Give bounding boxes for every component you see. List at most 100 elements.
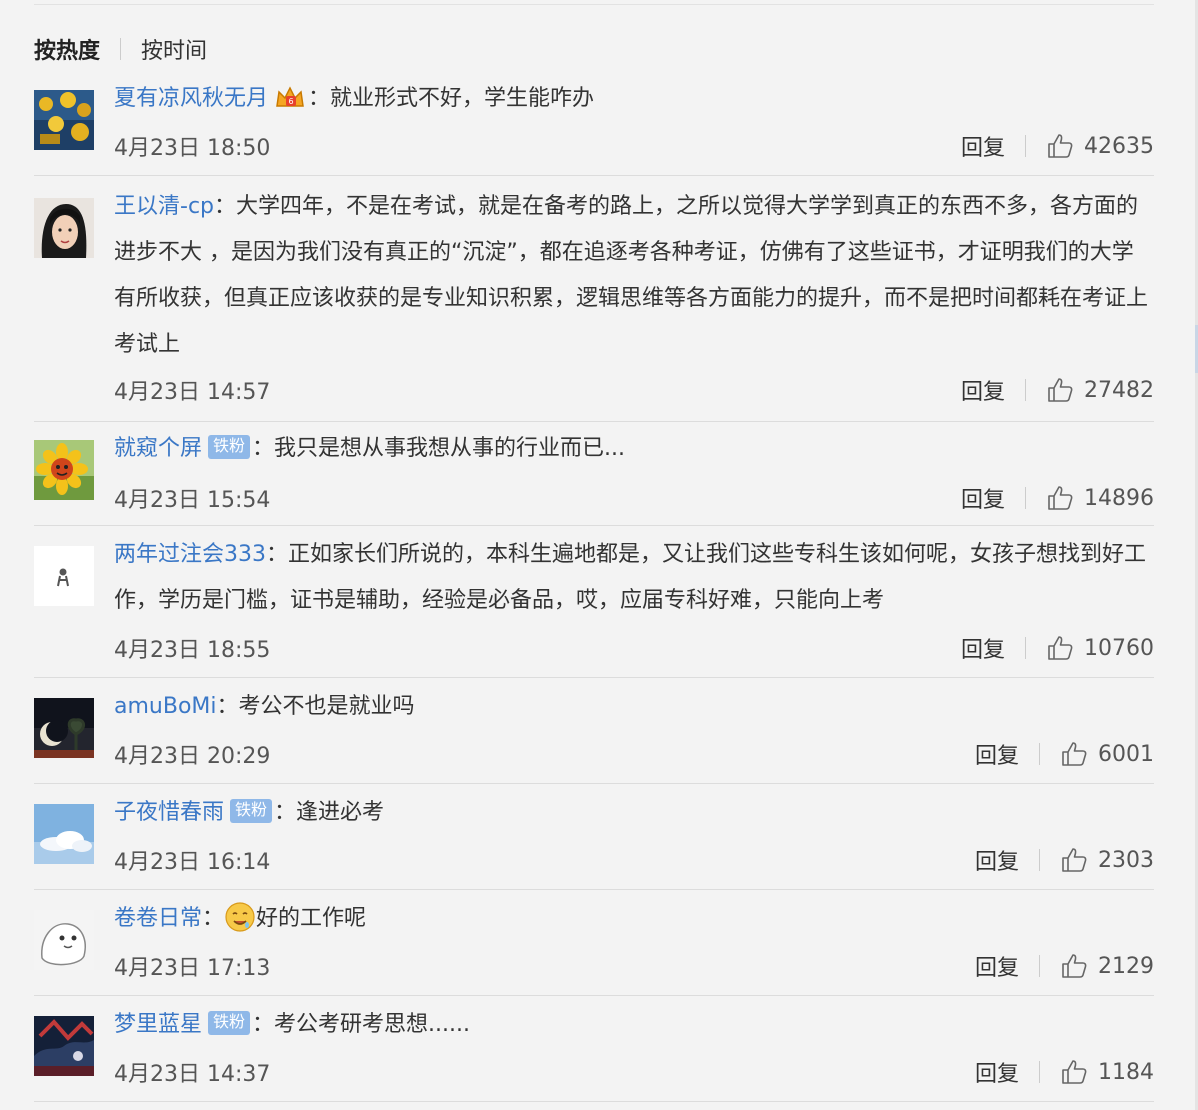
action-separator <box>1025 379 1026 401</box>
comment-time: 4月23日 17:13 <box>114 956 271 981</box>
comment-divider <box>34 1101 1154 1102</box>
comment-actions: 回复 27482 <box>961 374 1154 406</box>
action-separator <box>1039 849 1040 871</box>
like-count: 14896 <box>1084 485 1154 511</box>
comment-actions: 回复 10760 <box>961 632 1154 664</box>
comment-text: ：考公不也是就业吗 <box>216 694 415 719</box>
comment-body: 子夜惜春雨 铁粉 ：逢进必考 <box>114 790 1154 836</box>
username-link[interactable]: 就窥个屏 <box>114 436 202 461</box>
fan-badge: 铁粉 <box>208 1011 251 1035</box>
like-count: 2303 <box>1098 847 1154 873</box>
reply-button[interactable]: 回复 <box>975 738 1019 770</box>
username-link[interactable]: 子夜惜春雨 <box>114 800 224 825</box>
avatar[interactable] <box>34 546 94 606</box>
like-count: 6001 <box>1098 741 1154 767</box>
thumbs-up-icon[interactable] <box>1046 634 1074 662</box>
comment-divider <box>34 995 1154 996</box>
username-link[interactable]: 卷卷日常 <box>114 906 202 931</box>
comment-text: ：我只是想从事我想从事的行业而已... <box>252 436 626 461</box>
thumbs-up-icon[interactable] <box>1046 132 1074 160</box>
comment-body: 两年过注会333：正如家长们所说的，本科生遍地都是，又让我们这些专科生该如何呢，… <box>114 532 1154 624</box>
reply-button[interactable]: 回复 <box>961 374 1005 406</box>
avatar[interactable] <box>34 910 94 970</box>
thumbs-up-icon[interactable] <box>1046 484 1074 512</box>
drooling-emoji-icon <box>225 902 255 932</box>
action-separator <box>1039 955 1040 977</box>
comment-body: amuBoMi：考公不也是就业吗 <box>114 684 1154 730</box>
fan-badge: 铁粉 <box>230 799 273 823</box>
comment-time: 4月23日 14:37 <box>114 1062 271 1087</box>
comment-text: 好的工作呢 <box>256 906 367 931</box>
comment-body: 王以清-cp：大学四年，不是在考试，就是在备考的路上，之所以觉得大学学到真正的东… <box>114 184 1154 368</box>
comment-item: 王以清-cp：大学四年，不是在考试，就是在备考的路上，之所以觉得大学学到真正的东… <box>34 184 1154 422</box>
comment-item: 子夜惜春雨 铁粉 ：逢进必考 4月23日 16:14 回复 2303 <box>34 790 1154 890</box>
comment-meta: 4月23日 17:13 回复 2129 <box>114 950 1154 982</box>
comment-divider <box>34 175 1154 176</box>
sort-tabs: 按热度 按时间 <box>34 32 207 66</box>
thumbs-up-icon[interactable] <box>1060 952 1088 980</box>
action-separator <box>1025 487 1026 509</box>
like-count: 2129 <box>1098 953 1154 979</box>
reply-button[interactable]: 回复 <box>961 130 1005 162</box>
comment-divider <box>34 889 1154 890</box>
comment-meta: 4月23日 16:14 回复 2303 <box>114 844 1154 876</box>
reply-button[interactable]: 回复 <box>975 950 1019 982</box>
like-count: 10760 <box>1084 635 1154 661</box>
tab-sort-by-time[interactable]: 按时间 <box>141 33 207 65</box>
reply-button[interactable]: 回复 <box>975 1056 1019 1088</box>
comment-item: 卷卷日常： 好的工作呢 4月23日 17:13 回复 2129 <box>34 896 1154 996</box>
comment-actions: 回复 42635 <box>961 130 1154 162</box>
comment-time: 4月23日 18:50 <box>114 136 271 161</box>
thumbs-up-icon[interactable] <box>1060 740 1088 768</box>
avatar[interactable] <box>34 804 94 864</box>
avatar[interactable] <box>34 440 94 500</box>
comment-time: 4月23日 18:55 <box>114 638 271 663</box>
comment-item: 两年过注会333：正如家长们所说的，本科生遍地都是，又让我们这些专科生该如何呢，… <box>34 532 1154 678</box>
avatar[interactable] <box>34 1016 94 1076</box>
comment-actions: 回复 2129 <box>975 950 1154 982</box>
comment-text: ：就业形式不好，学生能咋办 <box>308 86 595 111</box>
comment-actions: 回复 2303 <box>975 844 1154 876</box>
reply-button[interactable]: 回复 <box>961 482 1005 514</box>
comment-body: 梦里蓝星 铁粉 ：考公考研考思想...... <box>114 1002 1154 1048</box>
comment-divider <box>34 421 1154 422</box>
avatar[interactable] <box>34 90 94 150</box>
tab-sort-by-hot[interactable]: 按热度 <box>34 33 100 65</box>
reply-button[interactable]: 回复 <box>975 844 1019 876</box>
thumbs-up-icon[interactable] <box>1046 376 1074 404</box>
fan-badge: 铁粉 <box>208 435 251 459</box>
comment-actions: 回复 1184 <box>975 1056 1154 1088</box>
action-separator <box>1025 637 1026 659</box>
comment-time: 4月23日 20:29 <box>114 744 271 769</box>
avatar[interactable] <box>34 698 94 758</box>
thumbs-up-icon[interactable] <box>1060 846 1088 874</box>
comment-meta: 4月23日 14:57 回复 27482 <box>114 374 1154 406</box>
tab-separator <box>120 38 122 60</box>
comment-actions: 回复 14896 <box>961 482 1154 514</box>
comment-body: 就窥个屏 铁粉 ：我只是想从事我想从事的行业而已... <box>114 426 1154 472</box>
comment-item: 就窥个屏 铁粉 ：我只是想从事我想从事的行业而已... 4月23日 15:54 回复… <box>34 426 1154 526</box>
thumbs-up-icon[interactable] <box>1060 1058 1088 1086</box>
comment-text: ：正如家长们所说的，本科生遍地都是，又让我们这些专科生该如何呢，女孩子想找到好工… <box>114 542 1147 613</box>
action-separator <box>1025 135 1026 157</box>
vip-crown-icon: 6 <box>276 86 304 107</box>
avatar[interactable] <box>34 198 94 258</box>
comment-time: 4月23日 16:14 <box>114 850 271 875</box>
username-link[interactable]: 梦里蓝星 <box>114 1012 202 1037</box>
username-link[interactable]: 两年过注会333 <box>114 542 266 567</box>
username-link[interactable]: 夏有凉风秋无月 <box>114 86 268 111</box>
reply-button[interactable]: 回复 <box>961 632 1005 664</box>
action-separator <box>1039 1061 1040 1083</box>
comment-text: ：逢进必考 <box>274 800 385 825</box>
comment-item: amuBoMi：考公不也是就业吗 4月23日 20:29 回复 6001 <box>34 684 1154 784</box>
username-colon: ： <box>202 906 225 931</box>
comment-text: ：大学四年，不是在考试，就是在备考的路上，之所以觉得大学学到真正的东西不多，各方… <box>114 194 1149 357</box>
username-link[interactable]: 王以清-cp <box>114 194 214 219</box>
comment-time: 4月23日 14:57 <box>114 380 271 405</box>
comment-meta: 4月23日 15:54 回复 14896 <box>114 482 1154 514</box>
comment-body: 夏有凉风秋无月 6 ：就业形式不好，学生能咋办 <box>114 76 1154 122</box>
comment-text: ：考公考研考思想...... <box>252 1012 470 1037</box>
username-link[interactable]: amuBoMi <box>114 694 217 719</box>
action-separator <box>1039 743 1040 765</box>
svg-text:6: 6 <box>288 97 293 106</box>
